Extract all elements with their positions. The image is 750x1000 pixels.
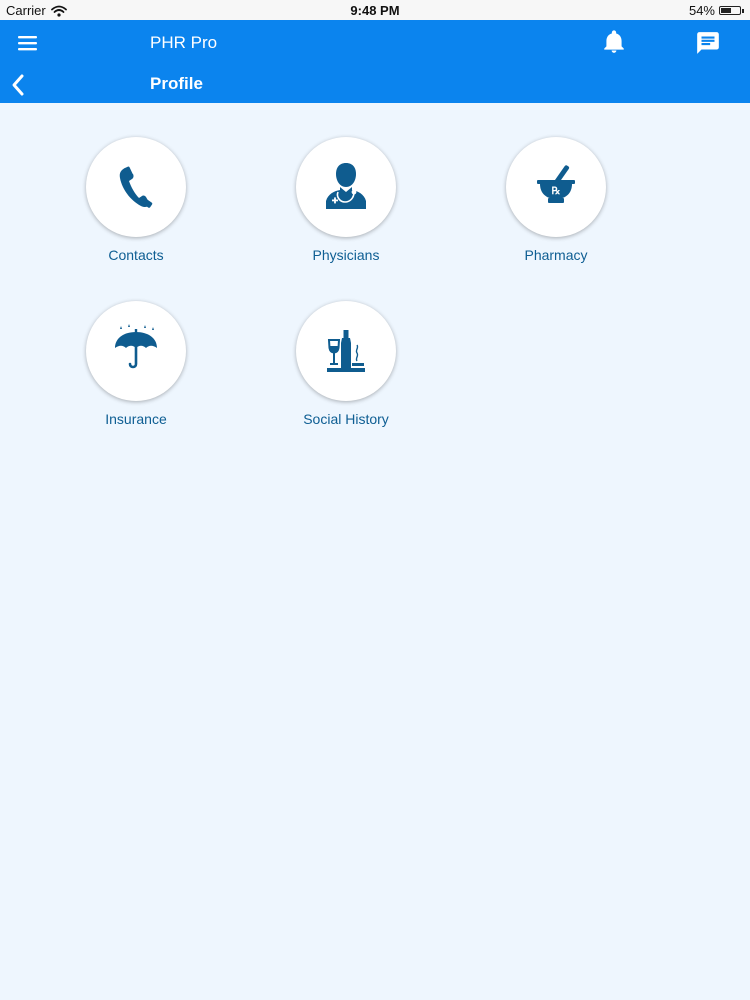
pharmacy-label: Pharmacy: [524, 247, 588, 263]
doctor-icon: [326, 163, 366, 209]
svg-text:℞: ℞: [552, 186, 561, 197]
social-history-tile[interactable]: Social History: [266, 301, 426, 427]
chat-icon: [697, 32, 719, 54]
mortar-pestle-icon: ℞: [537, 165, 575, 203]
app-title: PHR Pro: [150, 33, 218, 52]
battery-fill: [721, 8, 731, 13]
menu-button[interactable]: [14, 32, 42, 54]
physicians-label: Physicians: [312, 247, 380, 263]
contacts-label: Contacts: [108, 247, 164, 263]
battery-icon: [719, 6, 741, 15]
social-history-circle: [296, 301, 396, 401]
battery-percent: 54%: [688, 3, 715, 18]
insurance-label: Insurance: [105, 411, 167, 427]
status-bar: Carrier 9:48 PM 54%: [0, 0, 750, 20]
umbrella-icon: [115, 324, 157, 369]
phone-icon: [119, 166, 153, 208]
pharmacy-circle: ℞: [506, 137, 606, 237]
contacts-circle: [86, 137, 186, 237]
battery-tip: [742, 8, 744, 13]
bell-icon: [604, 30, 624, 53]
notifications-button[interactable]: [601, 29, 627, 55]
insurance-tile[interactable]: Insurance: [56, 301, 216, 427]
app-header: PHR Pro Profile: [0, 20, 750, 103]
wine-bottle-icon: [327, 330, 365, 372]
insurance-circle: [86, 301, 186, 401]
social-history-label: Social History: [303, 411, 389, 427]
page-title: Profile: [150, 74, 203, 93]
physicians-tile[interactable]: Physicians: [266, 137, 426, 263]
physicians-circle: [296, 137, 396, 237]
back-button[interactable]: [8, 72, 30, 98]
pharmacy-tile[interactable]: ℞ Pharmacy: [476, 137, 636, 263]
messages-button[interactable]: [695, 30, 721, 56]
battery-status: 54%: [689, 3, 744, 18]
chevron-left-icon: [12, 74, 24, 96]
contacts-tile[interactable]: Contacts: [56, 137, 216, 263]
menu-icon: [18, 36, 37, 51]
status-time: 9:48 PM: [350, 3, 400, 18]
